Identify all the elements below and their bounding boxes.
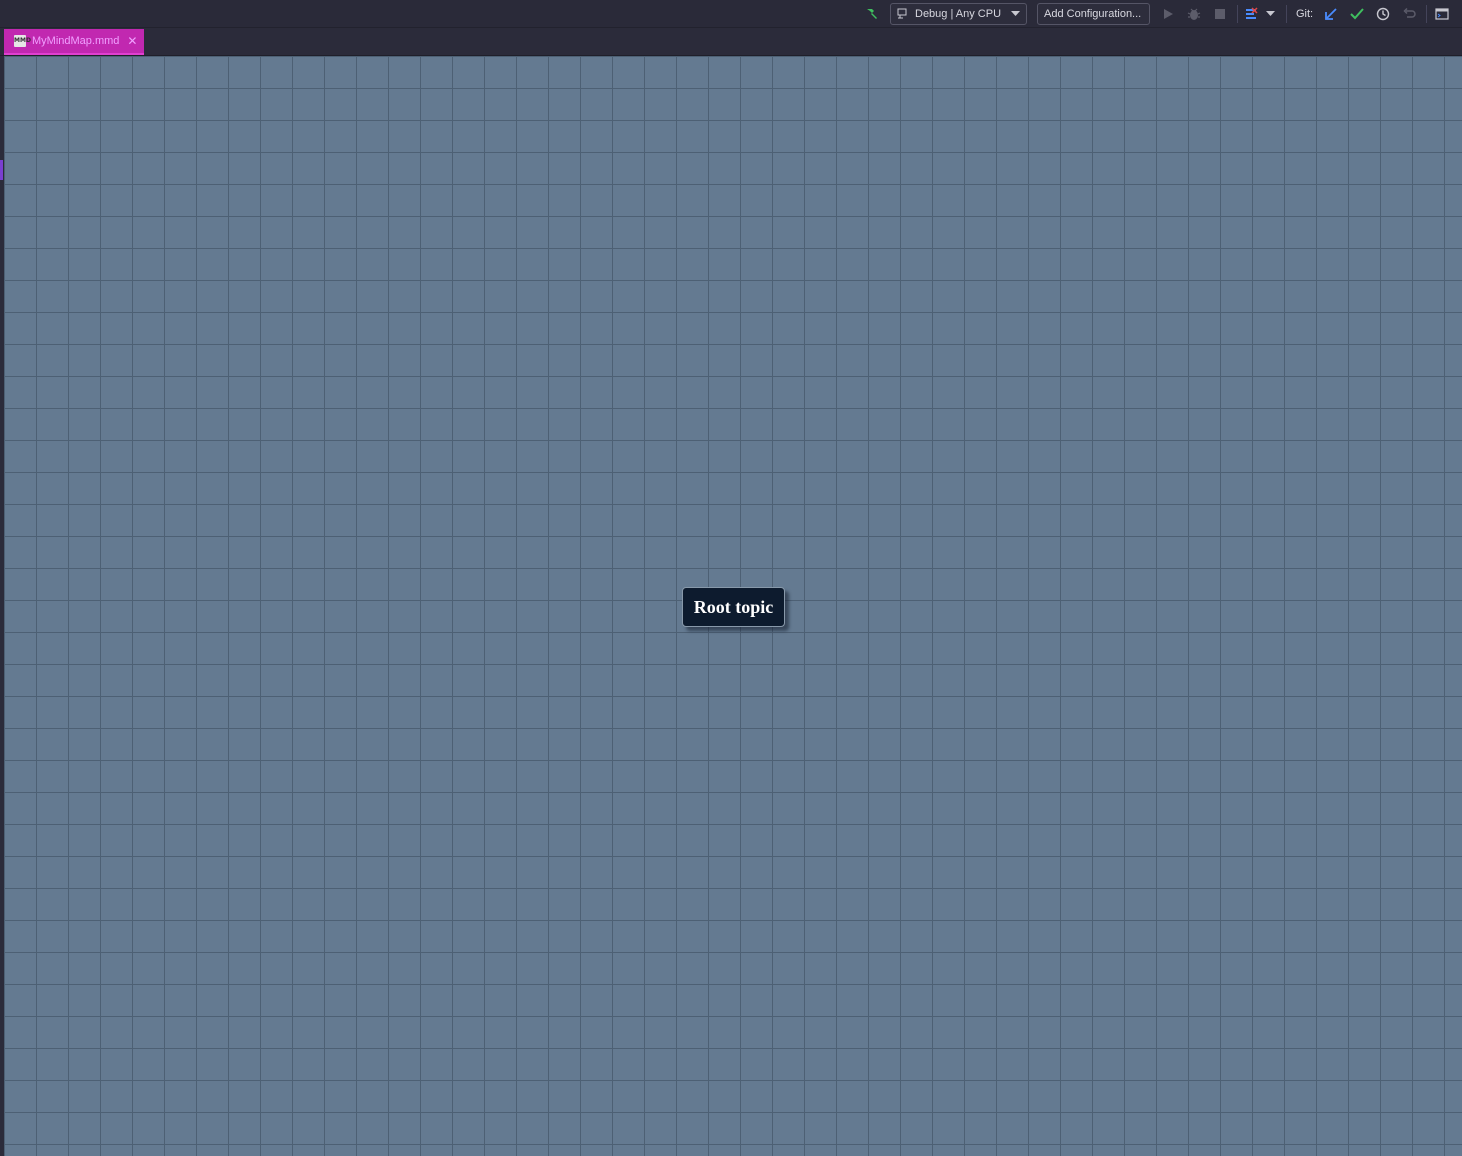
- root-topic-label: Root topic: [693, 596, 774, 617]
- mmd-file-icon: MMD: [14, 35, 31, 47]
- toolbar-separator: [1286, 5, 1287, 23]
- configuration-selector[interactable]: Debug | Any CPU: [890, 3, 1027, 25]
- add-configuration-label: Add Configuration...: [1044, 8, 1142, 20]
- bug-icon[interactable]: [1185, 0, 1203, 28]
- mindmap-canvas[interactable]: Root topic: [4, 56, 1462, 1156]
- clock-icon[interactable]: [1374, 0, 1392, 28]
- hammer-icon[interactable]: [862, 0, 882, 28]
- undo-icon[interactable]: [1400, 0, 1418, 28]
- play-icon[interactable]: [1159, 0, 1177, 28]
- arrow-down-left-icon[interactable]: [1322, 0, 1340, 28]
- gutter-marker: [0, 160, 3, 180]
- git-label: Git:: [1296, 8, 1314, 20]
- add-configuration-button[interactable]: Add Configuration...: [1037, 3, 1150, 25]
- root-topic-node[interactable]: Root topic: [682, 587, 785, 627]
- editor-tab-bar: MMD MyMindMap.mmd ✕: [0, 28, 1462, 56]
- window-icon[interactable]: [1432, 0, 1452, 28]
- checkmark-icon[interactable]: [1348, 0, 1366, 28]
- configuration-label: Debug | Any CPU: [915, 8, 1002, 20]
- close-icon[interactable]: ✕: [127, 35, 137, 47]
- stop-icon[interactable]: [1211, 0, 1229, 28]
- chevron-down-icon: [1003, 8, 1020, 20]
- configuration-icon: [897, 7, 911, 22]
- tab-mymindmap[interactable]: MMD MyMindMap.mmd ✕: [4, 29, 144, 55]
- tab-title: MyMindMap.mmd: [32, 35, 120, 47]
- coverage-icon[interactable]: [1243, 0, 1277, 28]
- toolbar-separator: [1237, 5, 1238, 23]
- main-toolbar: Debug | Any CPU Add Configuration... Git…: [0, 0, 1462, 28]
- toolbar-separator: [1426, 5, 1427, 23]
- chevron-down-icon: [1266, 11, 1275, 16]
